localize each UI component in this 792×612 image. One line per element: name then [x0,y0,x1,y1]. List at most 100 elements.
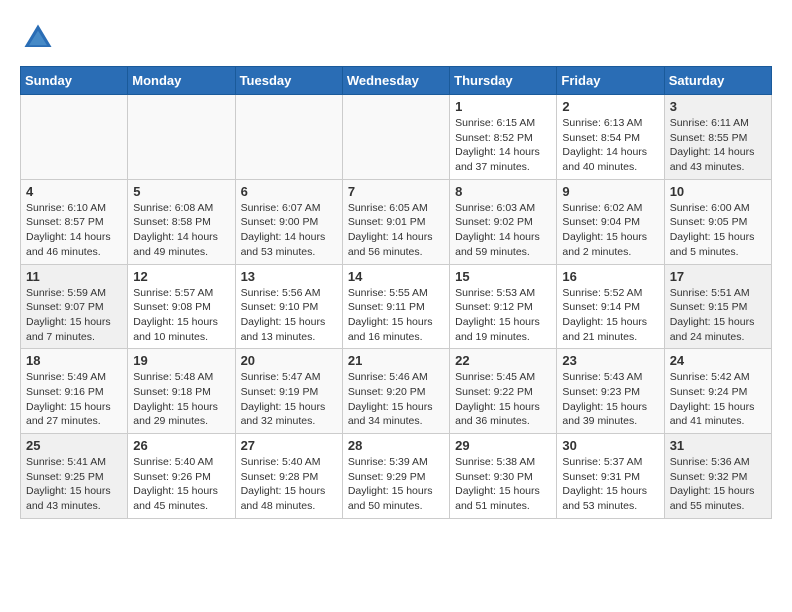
weekday-header: Sunday [21,67,128,95]
calendar-cell: 31 Sunrise: 5:36 AM Sunset: 9:32 PM Dayli… [664,434,771,519]
day-number: 13 [241,269,337,284]
calendar-cell: 17Sunrise: 5:51 AM Sunset: 9:15 PM Dayli… [664,264,771,349]
day-number: 18 [26,353,122,368]
day-info: Sunrise: 6:08 AM Sunset: 8:58 PM Dayligh… [133,201,229,260]
calendar-cell: 6 Sunrise: 6:07 AM Sunset: 9:00 PM Daylig… [235,179,342,264]
day-info: Sunrise: 5:52 AM Sunset: 9:14 PM Dayligh… [562,286,658,345]
calendar-cell: 20 Sunrise: 5:47 AM Sunset: 9:19 PM Dayli… [235,349,342,434]
day-number: 31 [670,438,766,453]
day-info: Sunrise: 6:03 AM Sunset: 9:02 PM Dayligh… [455,201,551,260]
day-number: 12 [133,269,229,284]
calendar-cell: 28 Sunrise: 5:39 AM Sunset: 9:29 PM Dayli… [342,434,449,519]
calendar-cell: 24 Sunrise: 5:42 AM Sunset: 9:24 PM Dayli… [664,349,771,434]
day-info: Sunrise: 5:48 AM Sunset: 9:18 PM Dayligh… [133,370,229,429]
day-number: 29 [455,438,551,453]
calendar-cell: 26Sunrise: 5:40 AM Sunset: 9:26 PM Dayli… [128,434,235,519]
weekday-header: Wednesday [342,67,449,95]
day-info: Sunrise: 5:56 AM Sunset: 9:10 PM Dayligh… [241,286,337,345]
day-number: 8 [455,184,551,199]
day-number: 5 [133,184,229,199]
day-info: Sunrise: 5:57 AM Sunset: 9:08 PM Dayligh… [133,286,229,345]
calendar-cell: 10Sunrise: 6:00 AM Sunset: 9:05 PM Dayli… [664,179,771,264]
weekday-header: Monday [128,67,235,95]
calendar-cell: 9 Sunrise: 6:02 AM Sunset: 9:04 PM Daylig… [557,179,664,264]
day-number: 25 [26,438,122,453]
calendar-cell: 29Sunrise: 5:38 AM Sunset: 9:30 PM Dayli… [450,434,557,519]
day-info: Sunrise: 5:59 AM Sunset: 9:07 PM Dayligh… [26,286,122,345]
weekday-header: Saturday [664,67,771,95]
calendar-cell: 18 Sunrise: 5:49 AM Sunset: 9:16 PM Dayli… [21,349,128,434]
calendar-cell: 14 Sunrise: 5:55 AM Sunset: 9:11 PM Dayli… [342,264,449,349]
day-info: Sunrise: 5:39 AM Sunset: 9:29 PM Dayligh… [348,455,444,514]
day-number: 1 [455,99,551,114]
day-number: 27 [241,438,337,453]
calendar-cell: 5 Sunrise: 6:08 AM Sunset: 8:58 PM Daylig… [128,179,235,264]
day-number: 15 [455,269,551,284]
day-number: 14 [348,269,444,284]
day-info: Sunrise: 6:00 AM Sunset: 9:05 PM Dayligh… [670,201,766,260]
day-info: Sunrise: 5:36 AM Sunset: 9:32 PM Dayligh… [670,455,766,514]
calendar-cell: 15 Sunrise: 5:53 AM Sunset: 9:12 PM Dayli… [450,264,557,349]
calendar-cell: 25 Sunrise: 5:41 AM Sunset: 9:25 PM Dayli… [21,434,128,519]
day-number: 23 [562,353,658,368]
day-info: Sunrise: 5:43 AM Sunset: 9:23 PM Dayligh… [562,370,658,429]
day-info: Sunrise: 5:37 AM Sunset: 9:31 PM Dayligh… [562,455,658,514]
calendar-cell: 16Sunrise: 5:52 AM Sunset: 9:14 PM Dayli… [557,264,664,349]
calendar-cell: 23 Sunrise: 5:43 AM Sunset: 9:23 PM Dayli… [557,349,664,434]
calendar-cell: 4 Sunrise: 6:10 AM Sunset: 8:57 PM Daylig… [21,179,128,264]
day-info: Sunrise: 5:51 AM Sunset: 9:15 PM Dayligh… [670,286,766,345]
day-number: 24 [670,353,766,368]
weekday-header-row: SundayMondayTuesdayWednesdayThursdayFrid… [21,67,772,95]
logo [20,20,62,56]
calendar-cell: 21Sunrise: 5:46 AM Sunset: 9:20 PM Dayli… [342,349,449,434]
day-info: Sunrise: 6:02 AM Sunset: 9:04 PM Dayligh… [562,201,658,260]
day-number: 3 [670,99,766,114]
calendar-cell: 30 Sunrise: 5:37 AM Sunset: 9:31 PM Dayli… [557,434,664,519]
page-header [20,20,772,56]
calendar-week-row: 4 Sunrise: 6:10 AM Sunset: 8:57 PM Daylig… [21,179,772,264]
day-info: Sunrise: 5:49 AM Sunset: 9:16 PM Dayligh… [26,370,122,429]
calendar-week-row: 11 Sunrise: 5:59 AM Sunset: 9:07 PM Dayli… [21,264,772,349]
calendar-cell: 27Sunrise: 5:40 AM Sunset: 9:28 PM Dayli… [235,434,342,519]
calendar-cell: 12 Sunrise: 5:57 AM Sunset: 9:08 PM Dayli… [128,264,235,349]
weekday-header: Friday [557,67,664,95]
weekday-header: Tuesday [235,67,342,95]
day-number: 19 [133,353,229,368]
calendar-cell: 13 Sunrise: 5:56 AM Sunset: 9:10 PM Dayli… [235,264,342,349]
calendar-cell: 11 Sunrise: 5:59 AM Sunset: 9:07 PM Dayli… [21,264,128,349]
day-info: Sunrise: 5:42 AM Sunset: 9:24 PM Dayligh… [670,370,766,429]
day-info: Sunrise: 5:55 AM Sunset: 9:11 PM Dayligh… [348,286,444,345]
day-number: 4 [26,184,122,199]
day-info: Sunrise: 5:53 AM Sunset: 9:12 PM Dayligh… [455,286,551,345]
calendar-week-row: 18 Sunrise: 5:49 AM Sunset: 9:16 PM Dayli… [21,349,772,434]
day-info: Sunrise: 5:46 AM Sunset: 9:20 PM Dayligh… [348,370,444,429]
day-number: 20 [241,353,337,368]
day-info: Sunrise: 6:10 AM Sunset: 8:57 PM Dayligh… [26,201,122,260]
calendar-cell [128,95,235,180]
calendar-cell: 22Sunrise: 5:45 AM Sunset: 9:22 PM Dayli… [450,349,557,434]
day-info: Sunrise: 5:45 AM Sunset: 9:22 PM Dayligh… [455,370,551,429]
day-number: 30 [562,438,658,453]
calendar-cell: 19 Sunrise: 5:48 AM Sunset: 9:18 PM Dayli… [128,349,235,434]
calendar-table: SundayMondayTuesdayWednesdayThursdayFrid… [20,66,772,519]
day-number: 28 [348,438,444,453]
calendar-cell: 2 Sunrise: 6:13 AM Sunset: 8:54 PM Daylig… [557,95,664,180]
calendar-cell [235,95,342,180]
logo-icon [20,20,56,56]
calendar-week-row: 1Sunrise: 6:15 AM Sunset: 8:52 PM Daylig… [21,95,772,180]
calendar-cell: 7Sunrise: 6:05 AM Sunset: 9:01 PM Daylig… [342,179,449,264]
day-number: 2 [562,99,658,114]
day-info: Sunrise: 6:07 AM Sunset: 9:00 PM Dayligh… [241,201,337,260]
day-number: 9 [562,184,658,199]
calendar-cell [342,95,449,180]
day-info: Sunrise: 5:41 AM Sunset: 9:25 PM Dayligh… [26,455,122,514]
day-info: Sunrise: 5:47 AM Sunset: 9:19 PM Dayligh… [241,370,337,429]
day-number: 6 [241,184,337,199]
calendar-cell [21,95,128,180]
day-info: Sunrise: 6:13 AM Sunset: 8:54 PM Dayligh… [562,116,658,175]
calendar-week-row: 25 Sunrise: 5:41 AM Sunset: 9:25 PM Dayli… [21,434,772,519]
day-number: 11 [26,269,122,284]
weekday-header: Thursday [450,67,557,95]
day-info: Sunrise: 6:11 AM Sunset: 8:55 PM Dayligh… [670,116,766,175]
day-number: 26 [133,438,229,453]
